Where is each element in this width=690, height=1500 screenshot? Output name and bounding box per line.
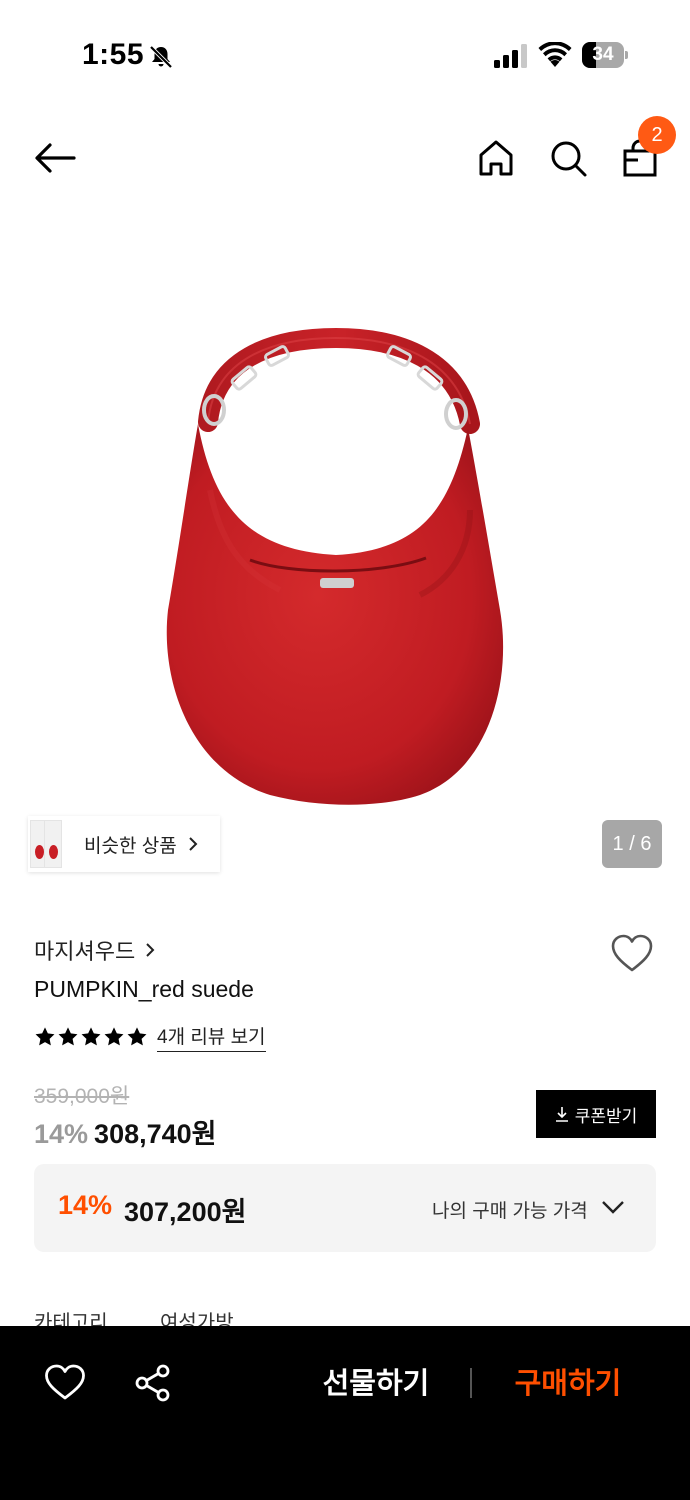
- coupon-download-button[interactable]: 쿠폰받기: [536, 1090, 656, 1138]
- star-icon: [35, 1027, 55, 1046]
- status-bar: 1:55 34: [0, 0, 690, 110]
- buy-button[interactable]: 구매하기: [494, 1362, 642, 1406]
- similar-products-button[interactable]: 비슷한 상품: [28, 816, 220, 872]
- battery-indicator: 34: [582, 42, 628, 68]
- action-divider: [470, 1368, 472, 1398]
- cart-count-badge: 2: [638, 116, 676, 154]
- rating-row: 4개 리뷰 보기: [34, 1022, 266, 1052]
- star-icon: [104, 1027, 124, 1046]
- star-icon: [81, 1027, 101, 1046]
- rating-stars: [34, 1026, 149, 1048]
- similar-products-label: 비슷한 상품: [84, 835, 177, 857]
- coupon-label: 쿠폰받기: [574, 1106, 638, 1126]
- sale-price: 308,740원: [94, 1119, 217, 1149]
- home-icon[interactable]: [474, 136, 518, 180]
- wifi-icon: [538, 42, 572, 67]
- original-price: 359,000원: [34, 1085, 130, 1108]
- brand-name: 마지셔우드: [34, 939, 136, 964]
- back-arrow-icon[interactable]: [30, 138, 80, 178]
- image-page-counter: 1 / 6: [602, 820, 662, 868]
- my-price-label: 나의 구매 가능 가격: [432, 1201, 588, 1222]
- similar-thumbnails: [28, 816, 62, 872]
- my-price-panel[interactable]: 14% 307,200원 나의 구매 가능 가격: [34, 1164, 656, 1252]
- chevron-down-icon: [602, 1201, 624, 1214]
- discount-rate: 14%: [34, 1119, 89, 1149]
- chevron-right-icon: [146, 943, 155, 957]
- search-icon[interactable]: [546, 136, 590, 180]
- price-row: 14% 308,740원: [34, 1112, 217, 1151]
- chevron-right-icon: [188, 837, 198, 851]
- bell-off-icon: [149, 45, 173, 69]
- bottom-action-bar: 선물하기 구매하기: [0, 1326, 690, 1500]
- battery-percent: 34: [592, 44, 614, 65]
- gift-button[interactable]: 선물하기: [300, 1362, 452, 1406]
- my-discount-rate: 14%: [58, 1190, 113, 1220]
- status-time: 1:55: [82, 38, 145, 71]
- star-icon: [127, 1027, 147, 1046]
- share-icon[interactable]: [134, 1364, 172, 1402]
- top-nav: [0, 110, 690, 210]
- product-image[interactable]: [0, 210, 690, 900]
- red-suede-bag-image: [166, 327, 504, 805]
- cellular-signal-icon: [494, 44, 527, 68]
- star-icon: [58, 1027, 78, 1046]
- review-link[interactable]: 4개 리뷰 보기: [157, 1022, 266, 1052]
- wishlist-heart-icon[interactable]: [610, 934, 654, 974]
- my-price: 307,200원: [124, 1197, 247, 1227]
- brand-link[interactable]: 마지셔우드: [34, 934, 155, 966]
- product-name: PUMPKIN_red suede: [34, 976, 254, 1002]
- heart-icon[interactable]: [44, 1364, 86, 1402]
- download-icon: [555, 1107, 568, 1122]
